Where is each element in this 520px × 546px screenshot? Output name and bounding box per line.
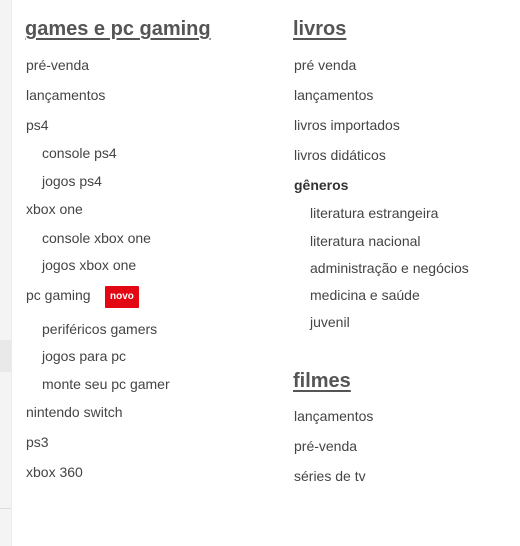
livros-item-livros-importados[interactable]: livros importados [294, 117, 400, 133]
left-edge-panel [0, 0, 12, 546]
livros-item-lancamentos[interactable]: lançamentos [294, 87, 373, 103]
livros-heading[interactable]: livros [293, 18, 346, 41]
games-item-nintendo-switch[interactable]: nintendo switch [26, 404, 123, 420]
filmes-heading[interactable]: filmes [293, 370, 351, 393]
filmes-item-series-de-tv[interactable]: séries de tv [294, 468, 366, 484]
games-item-ps3[interactable]: ps3 [26, 434, 49, 450]
filmes-item-lancamentos[interactable]: lançamentos [294, 408, 373, 424]
livros-item-pre-venda[interactable]: pré venda [294, 57, 356, 73]
games-item-perifericos-gamers[interactable]: periféricos gamers [42, 321, 157, 337]
new-badge: novo [105, 286, 139, 308]
livros-item-literatura-estrangeira[interactable]: literatura estrangeira [310, 205, 438, 221]
left-edge-divider [0, 508, 11, 509]
livros-item-medicina-e-saude[interactable]: medicina e saúde [310, 287, 420, 303]
games-item-xbox-one[interactable]: xbox one [26, 201, 83, 217]
games-item-console-ps4[interactable]: console ps4 [42, 145, 117, 161]
games-item-pre-venda[interactable]: pré-venda [26, 57, 89, 73]
games-item-ps4[interactable]: ps4 [26, 117, 49, 133]
livros-item-juvenil[interactable]: juvenil [310, 314, 350, 330]
games-item-jogos-ps4[interactable]: jogos ps4 [42, 173, 102, 189]
games-item-xbox-360[interactable]: xbox 360 [26, 464, 83, 480]
games-heading[interactable]: games e pc gaming [25, 18, 211, 41]
livros-item-livros-didaticos[interactable]: livros didáticos [294, 147, 386, 163]
livros-item-administracao-e-negocios[interactable]: administração e negócios [310, 260, 469, 276]
livros-generos-label: gêneros [294, 177, 349, 193]
games-item-lancamentos[interactable]: lançamentos [26, 87, 105, 103]
filmes-item-pre-venda[interactable]: pré-venda [294, 438, 357, 454]
games-item-monte-seu-pc-gamer[interactable]: monte seu pc gamer [42, 376, 170, 392]
games-item-jogos-xbox-one[interactable]: jogos xbox one [42, 257, 136, 273]
games-item-jogos-para-pc[interactable]: jogos para pc [42, 348, 126, 364]
games-item-pc-gaming[interactable]: pc gaming [26, 287, 91, 303]
left-edge-tab[interactable] [0, 340, 11, 372]
livros-item-literatura-nacional[interactable]: literatura nacional [310, 233, 421, 249]
games-item-console-xbox-one[interactable]: console xbox one [42, 230, 151, 246]
